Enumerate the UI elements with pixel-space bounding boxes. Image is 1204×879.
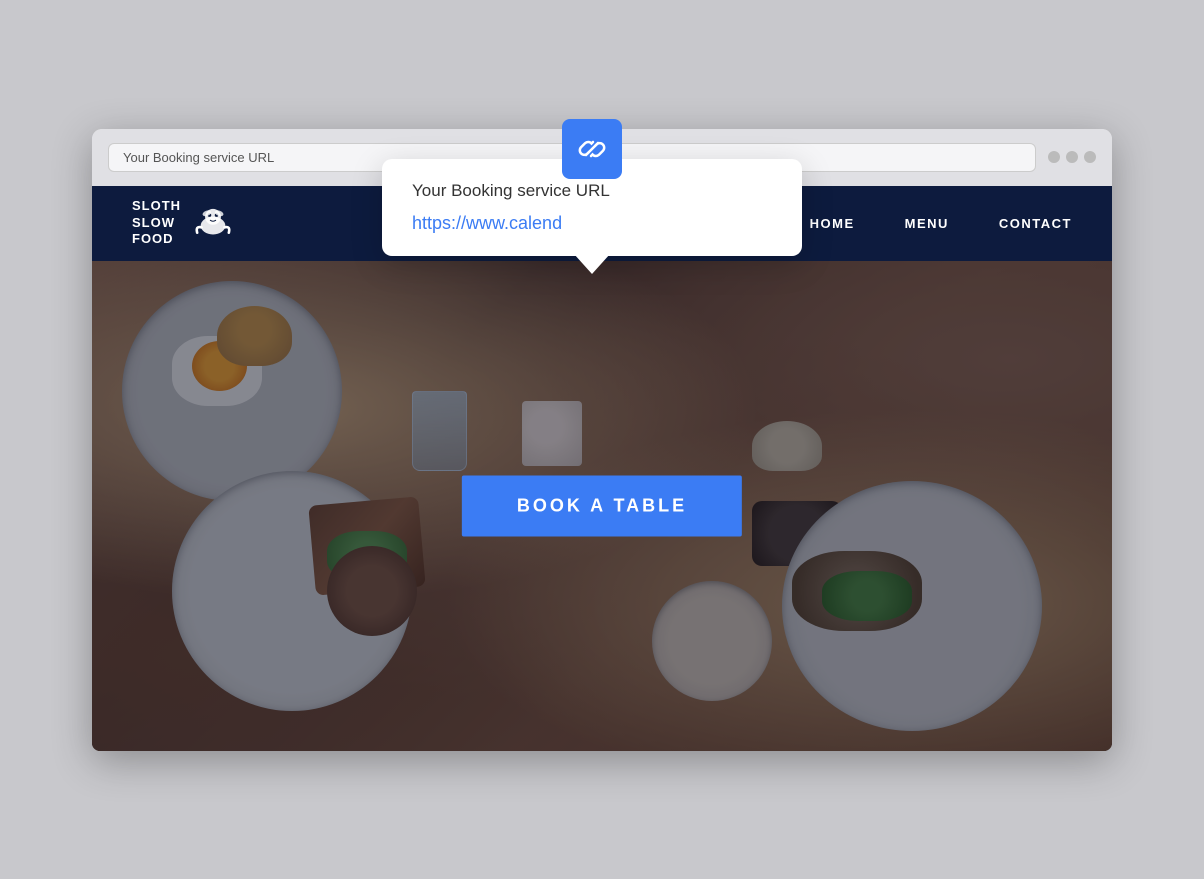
- nav-links: HOME MENU CONTACT: [810, 216, 1072, 231]
- book-table-button[interactable]: BOOK A TABLE: [462, 475, 742, 536]
- logo-line2: SLOW: [132, 215, 175, 230]
- nav-item-contact[interactable]: CONTACT: [999, 216, 1072, 231]
- browser-dots: [1048, 151, 1096, 163]
- site-logo: SLOTH SLOW FOOD: [132, 198, 235, 249]
- hero-section: BOOK A TABLE: [92, 261, 1112, 751]
- link-icon-badge: [562, 119, 622, 179]
- hero-cta: BOOK A TABLE: [462, 475, 742, 536]
- nav-item-home[interactable]: HOME: [810, 216, 855, 231]
- sloth-icon: [191, 201, 235, 245]
- logo-line1: SLOTH: [132, 198, 181, 213]
- link-icon: [576, 133, 608, 165]
- tooltip-title: Your Booking service URL: [412, 181, 772, 201]
- browser-dot-2: [1066, 151, 1078, 163]
- url-input[interactable]: [412, 213, 772, 234]
- browser-window: Your Booking service URL Your Booking se…: [92, 129, 1112, 751]
- logo-line3: FOOD: [132, 231, 174, 246]
- nav-item-menu[interactable]: MENU: [905, 216, 949, 231]
- browser-dot-3: [1084, 151, 1096, 163]
- tooltip-wrapper: Your Booking service URL: [382, 119, 802, 256]
- browser-dot-1: [1048, 151, 1060, 163]
- logo-text: SLOTH SLOW FOOD: [132, 198, 181, 249]
